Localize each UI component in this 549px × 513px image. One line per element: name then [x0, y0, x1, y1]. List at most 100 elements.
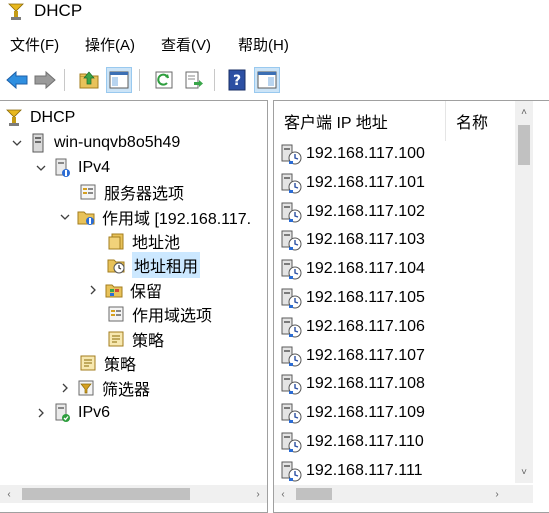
- chevron-right-icon[interactable]: [58, 381, 72, 395]
- tree-item-scope-policies[interactable]: 策略: [106, 327, 164, 351]
- list-vertical-scrollbar[interactable]: ˄ ˅: [515, 101, 533, 483]
- scroll-down-arrow-icon[interactable]: ˅: [515, 463, 533, 481]
- tree-item-address-pool[interactable]: 地址池: [106, 229, 180, 253]
- filters-icon: [76, 378, 96, 398]
- tree-item-ipv4[interactable]: IPv4: [34, 156, 110, 180]
- scroll-left-arrow-icon[interactable]: ‹: [0, 485, 18, 503]
- export-list-icon[interactable]: [181, 67, 207, 93]
- menu-view[interactable]: 查看(V): [161, 36, 211, 56]
- toolbar-separator: [214, 69, 215, 91]
- tree-item-scope[interactable]: 作用域 [192.168.117.: [58, 205, 251, 229]
- list-horizontal-scrollbar[interactable]: ‹ ›: [274, 485, 533, 503]
- column-header-name[interactable]: 名称: [446, 101, 516, 141]
- lease-ip-address: 192.168.117.109: [306, 404, 425, 422]
- dhcp-app-icon: [6, 2, 26, 22]
- tree-item-reservations[interactable]: 保留: [86, 278, 162, 302]
- refresh-icon[interactable]: [151, 67, 177, 93]
- lease-client-icon: [280, 229, 302, 251]
- tree-item-ipv6[interactable]: IPv6: [34, 401, 110, 425]
- details-pane: 客户端 IP 地址 名称 192.168.117.100 192.168.117.…: [273, 100, 549, 513]
- tree-item-label: 服务器选项: [104, 186, 185, 203]
- tree-item-filters[interactable]: 筛选器: [58, 376, 150, 400]
- tree-item-label: DHCP: [30, 109, 76, 126]
- lease-row[interactable]: 192.168.117.102: [280, 199, 425, 225]
- tree-item-policies[interactable]: 策略: [78, 351, 136, 375]
- tree-item-label: 策略: [104, 357, 137, 374]
- tree-item-label: 策略: [132, 333, 165, 350]
- toolbar-separator: [64, 69, 65, 91]
- policies-icon: [106, 329, 126, 349]
- lease-client-icon: [280, 172, 302, 194]
- show-hide-console-tree-icon[interactable]: [106, 67, 132, 93]
- menu-help[interactable]: 帮助(H): [238, 36, 289, 56]
- forward-arrow-icon[interactable]: [32, 67, 58, 93]
- lease-row[interactable]: 192.168.117.103: [280, 227, 425, 253]
- back-arrow-icon[interactable]: [4, 67, 30, 93]
- lease-row[interactable]: 192.168.117.106: [280, 314, 425, 340]
- scroll-right-arrow-icon[interactable]: ›: [249, 485, 267, 503]
- scope-folder-icon: [76, 207, 96, 227]
- lease-ip-address: 192.168.117.111: [306, 461, 423, 479]
- chevron-down-icon[interactable]: [10, 136, 24, 150]
- lease-ip-address: 192.168.117.102: [306, 202, 425, 220]
- tree-horizontal-scrollbar[interactable]: ‹ ›: [0, 485, 267, 503]
- menu-action[interactable]: 操作(A): [85, 36, 135, 56]
- lease-row[interactable]: 192.168.117.111: [280, 458, 423, 484]
- chevron-right-icon[interactable]: [86, 283, 100, 297]
- console-tree-pane: DHCP win-unqvb8o5h49 IPv4 服务器选项 作用域 [192…: [0, 100, 268, 513]
- dhcp-root-icon: [4, 108, 24, 128]
- tree-item-label: 作用域选项: [132, 308, 213, 325]
- tree-item-server[interactable]: win-unqvb8o5h49: [10, 131, 180, 155]
- ipv4-icon: [52, 158, 72, 178]
- lease-ip-address: 192.168.117.103: [306, 231, 425, 249]
- scrollbar-thumb[interactable]: [296, 488, 332, 500]
- lease-row[interactable]: 192.168.117.101: [280, 170, 425, 196]
- lease-row[interactable]: 192.168.117.109: [280, 400, 425, 426]
- lease-row[interactable]: 192.168.117.100: [280, 141, 425, 167]
- lease-client-icon: [280, 316, 302, 338]
- lease-ip-address: 192.168.117.107: [306, 346, 425, 364]
- address-pool-icon: [106, 231, 126, 251]
- tree-item-address-leases[interactable]: 地址租用: [106, 252, 201, 278]
- up-folder-icon[interactable]: [76, 67, 102, 93]
- tree-item-label: 作用域 [192.168.117.: [102, 211, 252, 228]
- lease-row[interactable]: 192.168.117.104: [280, 256, 425, 282]
- scroll-up-arrow-icon[interactable]: ˄: [515, 103, 533, 121]
- lease-ip-address: 192.168.117.100: [306, 145, 425, 162]
- column-header-client-ip[interactable]: 客户端 IP 地址: [274, 101, 444, 141]
- scrollbar-thumb[interactable]: [518, 125, 530, 165]
- scroll-right-arrow-icon[interactable]: ›: [488, 485, 506, 503]
- list-header: 客户端 IP 地址 名称: [274, 101, 514, 141]
- ipv6-icon: [52, 403, 72, 423]
- lease-client-icon: [280, 287, 302, 309]
- reservations-icon: [104, 280, 124, 300]
- lease-ip-address: 192.168.117.105: [306, 289, 425, 306]
- lease-row[interactable]: 192.168.117.105: [280, 285, 425, 311]
- scroll-left-arrow-icon[interactable]: ‹: [274, 485, 292, 503]
- tree-item-label: 地址池: [132, 235, 181, 252]
- svg-text:?: ?: [233, 73, 241, 89]
- help-icon[interactable]: ?: [224, 67, 250, 93]
- scrollbar-thumb[interactable]: [22, 488, 190, 500]
- lease-row[interactable]: 192.168.117.110: [280, 429, 424, 455]
- lease-client-icon: [280, 345, 302, 367]
- title-bar: DHCP: [0, 0, 549, 26]
- tree-item-scope-options[interactable]: 作用域选项: [106, 302, 212, 326]
- tree-item-label: IPv6: [78, 404, 111, 421]
- tree-item-server-options[interactable]: 服务器选项: [78, 180, 184, 204]
- policies-icon: [78, 353, 98, 373]
- lease-client-icon: [280, 460, 302, 482]
- chevron-down-icon[interactable]: [34, 161, 48, 175]
- lease-row[interactable]: 192.168.117.107: [280, 343, 425, 369]
- tree-item-dhcp[interactable]: DHCP: [4, 106, 75, 130]
- server-icon: [28, 133, 48, 153]
- chevron-right-icon[interactable]: [34, 406, 48, 420]
- chevron-down-icon[interactable]: [58, 210, 72, 224]
- menu-file[interactable]: 文件(F): [10, 36, 59, 56]
- lease-client-icon: [280, 201, 302, 223]
- lease-row[interactable]: 192.168.117.108: [280, 371, 425, 397]
- lease-client-icon: [280, 373, 302, 395]
- lease-client-icon: [280, 143, 302, 165]
- toolbar-separator: [139, 69, 140, 91]
- show-hide-action-pane-icon[interactable]: [254, 67, 280, 93]
